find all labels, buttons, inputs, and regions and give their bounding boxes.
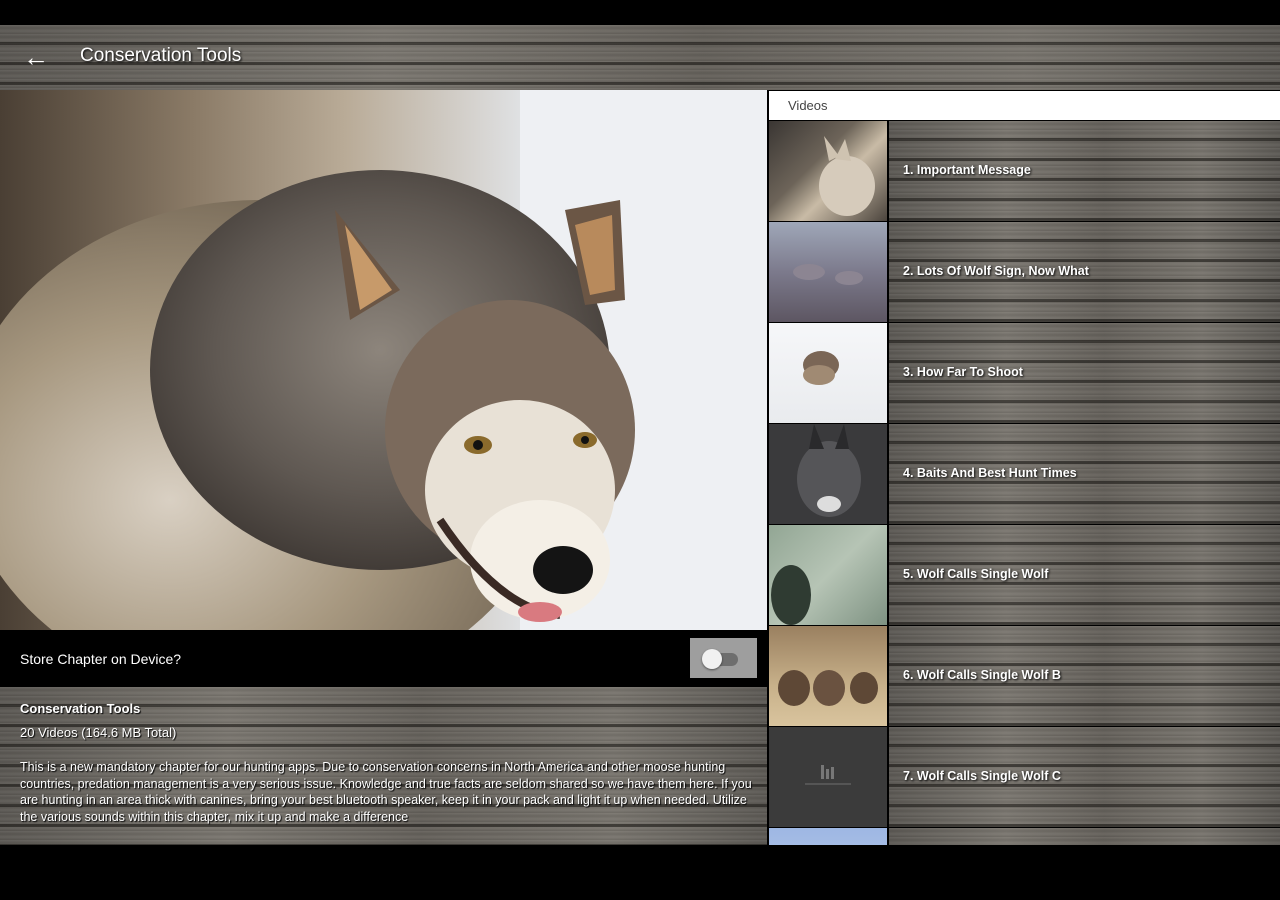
video-title: 3. How Far To Shoot (903, 365, 1023, 379)
video-title-area: 1. Important Message (889, 121, 1280, 221)
page-title: Conservation Tools (80, 45, 242, 66)
videos-header: Videos (769, 91, 1280, 120)
wolves-in-snow-thumbnail (769, 323, 887, 423)
video-title: 4. Baits And Best Hunt Times (903, 466, 1077, 480)
black-wolf-face-thumbnail (769, 424, 887, 524)
video-title: 1. Important Message (903, 163, 1031, 177)
video-item-3[interactable]: 3. How Far To Shoot (769, 323, 1280, 424)
video-title-area: 5. Wolf Calls Single Wolf (889, 525, 1280, 625)
placeholder-logo-icon (805, 765, 851, 785)
video-title: 2. Lots Of Wolf Sign, Now What (903, 264, 1089, 278)
video-item-1[interactable]: 1. Important Message (769, 121, 1280, 222)
video-title-area: 7. Wolf Calls Single Wolf C (889, 727, 1280, 827)
chapter-description: Conservation Tools 20 Videos (164.6 MB T… (0, 687, 767, 845)
video-item-5[interactable]: 5. Wolf Calls Single Wolf (769, 525, 1280, 626)
video-title: 7. Wolf Calls Single Wolf C (903, 769, 1061, 783)
bottom-letterbox (0, 845, 1280, 900)
video-title-area: 6. Wolf Calls Single Wolf B (889, 626, 1280, 726)
arrow-left-icon[interactable]: ← (20, 43, 52, 71)
howling-wolf-thumbnail (769, 121, 887, 221)
store-chapter-toggle[interactable] (690, 638, 757, 678)
chapter-body-text: This is a new mandatory chapter for our … (20, 760, 752, 824)
howling-wolf-art (819, 136, 875, 216)
video-count: 20 Videos (164.6 MB Total) (20, 725, 177, 740)
videos-header-label: Videos (788, 98, 828, 113)
video-title-area: 2. Lots Of Wolf Sign, Now What (889, 222, 1280, 322)
wolf-pups-thumbnail (769, 626, 887, 726)
store-chapter-label: Store Chapter on Device? (20, 651, 182, 667)
wolf-painting-thumbnail (769, 525, 887, 625)
chapter-title: Conservation Tools (20, 701, 141, 716)
video-title-area: 4. Baits And Best Hunt Times (889, 424, 1280, 524)
video-item-2[interactable]: 2. Lots Of Wolf Sign, Now What (769, 222, 1280, 323)
hero-wolf-image (0, 90, 767, 630)
wolf-illustration (0, 90, 767, 630)
black-wolf-art (797, 424, 861, 517)
wolves-snow-art (803, 351, 839, 385)
video-title: 5. Wolf Calls Single Wolf (903, 567, 1049, 581)
app-bar: ← Conservation Tools (0, 25, 1280, 90)
video-item-4[interactable]: 4. Baits And Best Hunt Times (769, 424, 1280, 525)
wolf-pups-art (778, 670, 878, 706)
blue-sky-thumbnail (769, 828, 887, 845)
video-title: 6. Wolf Calls Single Wolf B (903, 668, 1061, 682)
video-item-6[interactable]: 6. Wolf Calls Single Wolf B (769, 626, 1280, 727)
video-title-area (889, 828, 1280, 845)
video-item-7[interactable]: 7. Wolf Calls Single Wolf C (769, 727, 1280, 828)
store-chapter-bar: Store Chapter on Device? (0, 630, 767, 687)
video-item-8[interactable] (769, 828, 1280, 845)
wolf-pack-in-brush-thumbnail (769, 222, 887, 322)
toggle-thumb (702, 649, 722, 669)
video-title-area: 3. How Far To Shoot (889, 323, 1280, 423)
video-list[interactable]: 1. Important Message 2. Lots Of Wolf Sig… (769, 121, 1280, 845)
wolf-painting-art (771, 565, 811, 625)
wolf-pack-art (793, 264, 863, 285)
placeholder-thumbnail (769, 727, 887, 827)
